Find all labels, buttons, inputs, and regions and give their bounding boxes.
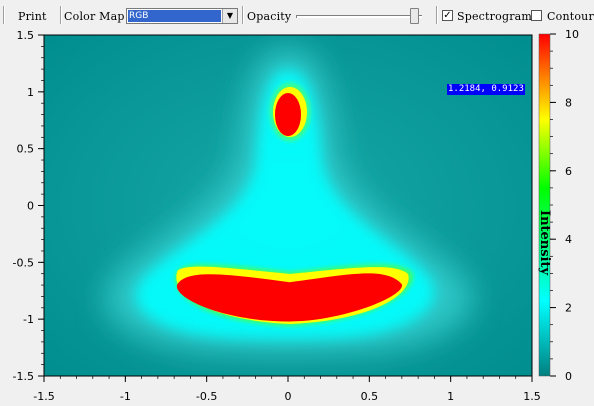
color-map-select[interactable]: RGB ▼ bbox=[126, 8, 238, 24]
coordinate-tooltip: 1.2184, 0.9123 bbox=[447, 84, 525, 95]
y-tick-label: 1 bbox=[27, 86, 34, 99]
colorbar-tick-label: 10 bbox=[565, 30, 579, 41]
y-tick-label: -1 bbox=[23, 313, 34, 326]
y-tick-label: 0 bbox=[27, 200, 34, 213]
x-tick-label: 1.5 bbox=[523, 390, 541, 403]
x-tick-label: 0 bbox=[285, 390, 292, 403]
y-tick-label: 0.5 bbox=[17, 143, 35, 156]
x-axis: -1.5 -1 -0.5 0 0.5 1 1.5 bbox=[33, 376, 541, 403]
print-button[interactable]: Print bbox=[18, 9, 47, 24]
toolbar-separator bbox=[436, 6, 438, 24]
colorbar-axis: 10 8 6 4 2 0 bbox=[550, 30, 579, 383]
contour-checkbox[interactable] bbox=[531, 10, 542, 21]
opacity-label: Opacity bbox=[247, 10, 292, 23]
colorbar-tick-label: 0 bbox=[565, 370, 572, 383]
x-tick-label: 1 bbox=[447, 390, 454, 403]
toolbar-separator bbox=[3, 6, 5, 24]
colorbar-tick-label: 8 bbox=[565, 96, 572, 109]
color-map-selected-value: RGB bbox=[128, 10, 221, 22]
opacity-slider-handle[interactable] bbox=[410, 8, 419, 24]
y-tick-label: -1.5 bbox=[13, 370, 34, 383]
color-map-label: Color Map bbox=[64, 10, 125, 23]
spectrogram-label: Spectrogram bbox=[457, 10, 533, 23]
y-axis: 1.5 1 0.5 0 -0.5 -1 -1.5 bbox=[13, 30, 44, 383]
colorbar-tick-label: 2 bbox=[565, 302, 572, 315]
contour-label: Contour bbox=[547, 10, 594, 23]
toolbar-separator bbox=[60, 6, 62, 24]
chevron-down-icon[interactable]: ▼ bbox=[222, 9, 237, 23]
colorbar-tick-label: 6 bbox=[565, 165, 572, 178]
x-tick-label: -1.5 bbox=[33, 390, 54, 403]
toolbar-separator bbox=[242, 6, 244, 24]
x-tick-label: -0.5 bbox=[196, 390, 217, 403]
heatmap-peak-top bbox=[274, 92, 302, 137]
opacity-slider-track[interactable] bbox=[296, 15, 422, 18]
colorbar bbox=[538, 33, 551, 377]
x-tick-label: 0.5 bbox=[361, 390, 379, 403]
y-tick-label: 1.5 bbox=[17, 30, 35, 42]
toolbar: Print Color Map RGB ▼ Opacity ✓ Spectrog… bbox=[0, 0, 594, 30]
colorbar-tick-label: 4 bbox=[565, 233, 572, 246]
y-tick-label: -0.5 bbox=[13, 256, 34, 269]
x-tick-label: -1 bbox=[120, 390, 131, 403]
spectrogram-checkbox[interactable]: ✓ bbox=[442, 10, 453, 21]
colorbar-title: Intensity bbox=[537, 210, 552, 276]
